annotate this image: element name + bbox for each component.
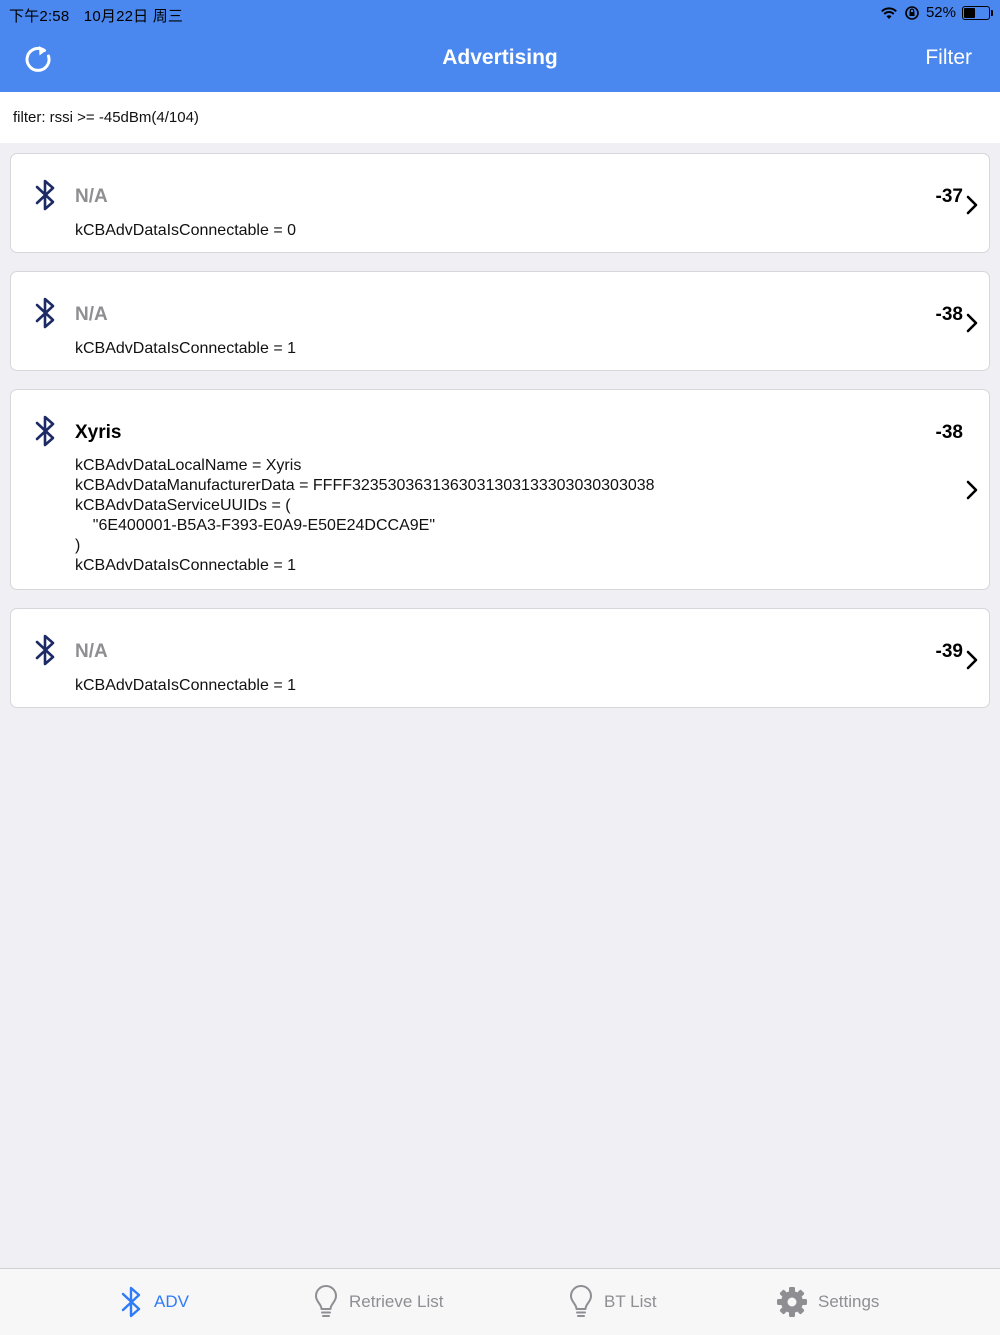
chevron-right-icon <box>966 650 978 670</box>
device-name: N/A <box>75 186 108 207</box>
filter-summary-bar: filter: rssi >= -45dBm(4/104) <box>0 92 1000 143</box>
device-name: Xyris <box>75 422 122 443</box>
bluetooth-icon <box>35 297 55 329</box>
device-list: N/A -37 kCBAdvDataIsConnectable = 0 N/A … <box>10 153 990 726</box>
device-details: kCBAdvDataLocalName = Xyris kCBAdvDataMa… <box>75 457 655 574</box>
device-card[interactable]: N/A -38 kCBAdvDataIsConnectable = 1 <box>10 271 990 371</box>
device-rssi: -38 <box>935 304 963 325</box>
chevron-right-icon <box>966 480 978 500</box>
device-card[interactable]: N/A -39 kCBAdvDataIsConnectable = 1 <box>10 608 990 708</box>
device-details: kCBAdvDataIsConnectable = 0 <box>75 222 297 239</box>
device-card[interactable]: N/A -37 kCBAdvDataIsConnectable = 0 <box>10 153 990 253</box>
tab-label: Settings <box>818 1292 880 1311</box>
status-time: 下午2:58 <box>9 8 70 25</box>
wifi-icon <box>881 6 897 19</box>
device-rssi: -37 <box>935 186 963 207</box>
page-title: Advertising <box>442 46 558 69</box>
tab-settings[interactable]: Settings <box>776 1285 879 1319</box>
battery-percent: 52% <box>925 4 956 21</box>
chevron-right-icon <box>966 313 978 333</box>
device-details: kCBAdvDataIsConnectable = 1 <box>75 340 297 357</box>
device-name: N/A <box>75 641 108 662</box>
lightbulb-icon <box>570 1285 592 1317</box>
device-rssi: -38 <box>935 422 963 443</box>
tab-label: BT List <box>604 1292 657 1311</box>
lightbulb-icon <box>315 1285 337 1317</box>
chevron-right-icon <box>966 195 978 215</box>
device-card[interactable]: Xyris -38 kCBAdvDataLocalName = Xyris kC… <box>10 389 990 590</box>
tab-retrieve-list[interactable]: Retrieve List <box>313 1285 443 1319</box>
bluetooth-icon <box>35 634 55 666</box>
filter-button[interactable]: Filter <box>925 46 972 70</box>
tab-bt-list[interactable]: BT List <box>568 1285 657 1319</box>
bluetooth-icon <box>35 179 55 211</box>
gear-icon <box>777 1287 807 1317</box>
bluetooth-icon <box>35 415 55 447</box>
navigation-bar: 下午2:58 10月22日 周三 52% Advertising Filter <box>0 0 1000 92</box>
device-details: kCBAdvDataIsConnectable = 1 <box>75 677 297 694</box>
tab-label: Retrieve List <box>349 1292 444 1311</box>
tab-adv[interactable]: ADV <box>120 1285 189 1319</box>
device-rssi: -39 <box>935 641 963 662</box>
tab-label: ADV <box>154 1292 189 1311</box>
tab-bar: ADV Retrieve List BT List Settings <box>0 1268 1000 1335</box>
rotation-lock-icon <box>905 5 919 20</box>
battery-icon <box>962 5 993 20</box>
status-bar: 下午2:58 10月22日 周三 52% <box>0 0 1000 28</box>
filter-summary-text: filter: rssi >= -45dBm(4/104) <box>13 109 199 126</box>
bluetooth-icon <box>121 1286 141 1318</box>
status-date: 10月22日 周三 <box>83 8 184 25</box>
device-name: N/A <box>75 304 108 325</box>
